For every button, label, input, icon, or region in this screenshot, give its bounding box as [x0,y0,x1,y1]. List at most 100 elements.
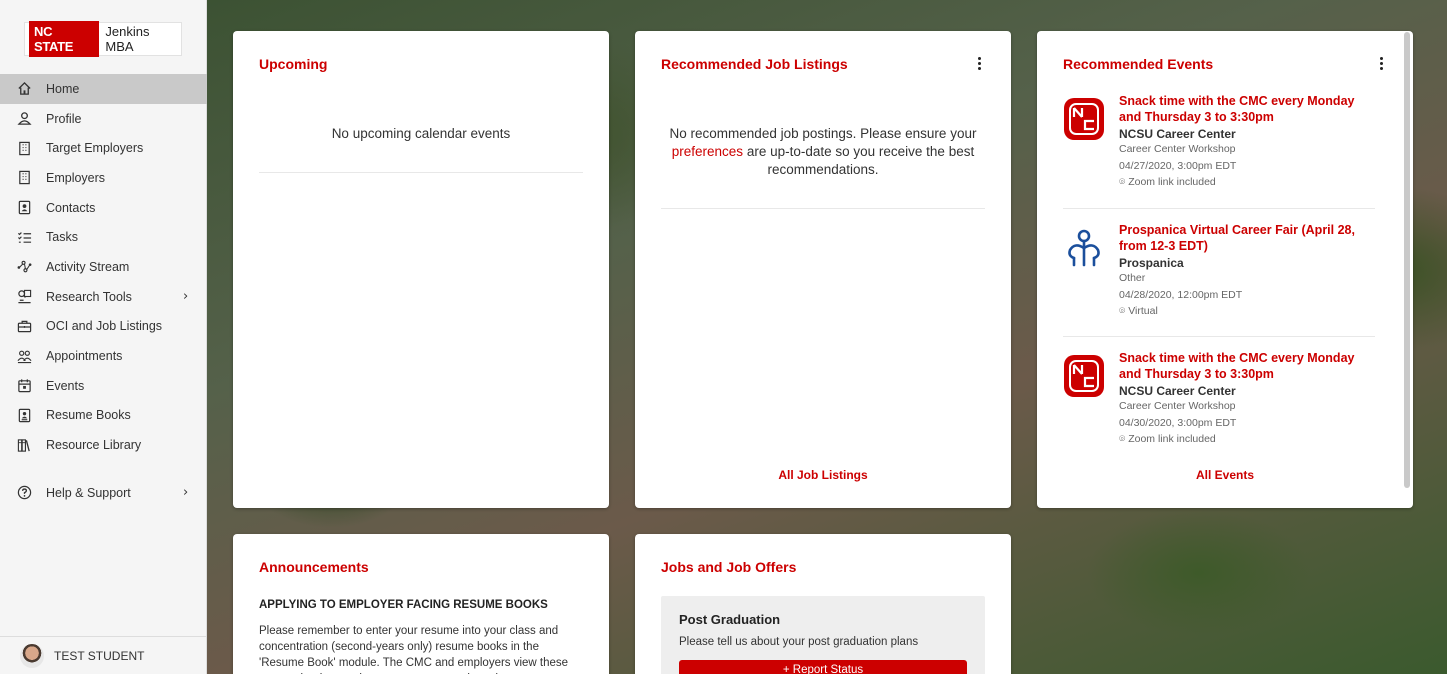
job-listings-title: Recommended Job Listings [661,56,848,72]
sidebar-item-label: Research Tools [46,289,132,304]
event-details: Snack time with the CMC every Monday and… [1119,350,1369,448]
sidebar-item-contacts[interactable]: Contacts [0,193,207,223]
calendar-icon [16,378,32,394]
sidebar-item-employers[interactable]: Employers [0,163,207,193]
empty-text-part: No recommended job postings. Please ensu… [669,126,977,141]
announcements-title: Announcements [259,559,369,575]
user-profile-footer[interactable]: TEST STUDENT [0,636,207,674]
empty-text-part: are up-to-date so you receive the best r… [746,144,975,177]
chevron-right-icon: › [183,485,189,501]
nc-state-logo [1063,97,1105,141]
resume-book-icon [16,407,32,423]
announcement-headline: APPLYING TO EMPLOYER FACING RESUME BOOKS [259,599,548,611]
sidebar-item-tasks[interactable]: Tasks [0,222,207,252]
location-pin-icon: ⌾ [1119,433,1129,445]
divider [661,208,985,209]
sidebar-item-label: Target Employers [46,141,144,156]
job-offers-title: Jobs and Job Offers [661,559,797,575]
nc-state-badge: NC STATE [29,21,100,57]
more-options-icon[interactable] [1379,57,1385,71]
sidebar-item-profile[interactable]: Profile [0,104,207,134]
event-location-text: Zoom link included [1128,433,1216,445]
event-organizer: NCSU Career Center [1119,384,1236,398]
location-pin-icon: ⌾ [1119,176,1129,188]
upcoming-card: Upcoming No upcoming calendar events [233,31,609,508]
event-organizer: Prospanica [1119,256,1184,270]
research-icon [16,289,32,305]
sidebar-item-target-employers[interactable]: Target Employers [0,133,207,163]
all-job-listings-link[interactable]: All Job Listings [635,468,1011,482]
sidebar-item-resource-library[interactable]: Resource Library [0,430,207,460]
school-logo[interactable]: NC STATE Jenkins MBA [24,21,182,57]
location-pin-icon: ⌾ [1119,305,1129,317]
event-title-link[interactable]: Snack time with the CMC every Monday and… [1119,93,1369,125]
sidebar-item-label: Employers [46,170,106,185]
event-datetime: 04/30/2020, 3:00pm EDT [1119,416,1237,429]
sidebar-item-activity-stream[interactable]: Activity Stream [0,252,207,282]
announcement-body: Please remember to enter your resume int… [259,625,569,674]
event-type: Career Center Workshop [1119,400,1236,412]
event-location: ⌾ Zoom link included [1119,431,1369,448]
sidebar-item-help-support[interactable]: Help & Support › [0,478,207,508]
sidebar-item-appointments[interactable]: Appointments [0,341,207,371]
event-location: ⌾ Virtual [1119,303,1369,320]
more-options-icon[interactable] [977,57,983,71]
events-title: Recommended Events [1063,56,1214,72]
sidebar-item-research-tools[interactable]: Research Tools › [0,282,207,312]
sidebar-item-label: Resource Library [46,438,142,453]
event-datetime: 04/28/2020, 12:00pm EDT [1119,288,1243,301]
divider [1063,336,1375,337]
upcoming-title: Upcoming [259,56,328,72]
scrollbar[interactable] [1404,32,1410,488]
help-section: Help & Support › [0,478,207,508]
event-title-link[interactable]: Snack time with the CMC every Monday and… [1119,350,1369,382]
sidebar-item-label: Home [46,81,80,96]
network-icon [16,259,32,275]
event-type: Other [1119,272,1146,284]
contact-card-icon [16,200,32,216]
report-status-button[interactable]: + Report Status [679,660,967,674]
event-details: Snack time with the CMC every Monday and… [1119,93,1369,191]
post-graduation-box: Post Graduation Please tell us about you… [661,596,985,674]
divider [1063,208,1375,209]
all-events-link[interactable]: All Events [1037,468,1413,482]
sidebar-item-label: Events [46,378,85,393]
event-organizer: NCSU Career Center [1119,127,1236,141]
divider [259,172,583,173]
library-icon [16,437,32,453]
post-graduation-prompt: Please tell us about your post graduatio… [679,636,919,648]
building-icon [16,140,32,156]
program-name: Jenkins MBA [105,24,150,54]
chevron-right-icon: › [183,289,189,305]
sidebar-item-oci-job-listings[interactable]: OCI and Job Listings [0,312,207,342]
event-type: Career Center Workshop [1119,143,1236,155]
sidebar-item-home[interactable]: Home [0,74,207,104]
job-listings-card: Recommended Job Listings No recommended … [635,31,1011,508]
event-location: ⌾ Zoom link included [1119,174,1369,191]
sidebar-item-resume-books[interactable]: Resume Books [0,401,207,431]
announcements-card: Announcements APPLYING TO EMPLOYER FACIN… [233,534,609,674]
sidebar-item-label: OCI and Job Listings [46,319,163,334]
people-icon [16,348,32,364]
help-icon [16,485,32,501]
sidebar-item-label: Appointments [46,349,123,364]
sidebar-item-label: Contacts [46,200,96,215]
prospanica-logo [1063,226,1105,270]
user-name: TEST STUDENT [54,648,145,663]
event-title-link[interactable]: Prospanica Virtual Career Fair (April 28… [1119,222,1369,254]
nc-state-logo [1063,354,1105,398]
sidebar-item-events[interactable]: Events [0,371,207,401]
preferences-link[interactable]: preferences [672,144,743,159]
building-icon [16,170,32,186]
person-icon [16,111,32,127]
sidebar-item-label: Activity Stream [46,259,130,274]
event-location-text: Zoom link included [1128,176,1216,188]
sidebar: NC STATE Jenkins MBA Home Profile Target… [0,0,207,674]
sidebar-item-label: Help & Support [46,485,131,500]
events-card: Recommended Events Snack time with the C… [1037,31,1413,508]
sidebar-item-label: Resume Books [46,408,131,423]
sidebar-item-label: Tasks [46,230,78,245]
job-listings-empty-message: No recommended job postings. Please ensu… [655,125,991,179]
avatar [20,643,44,668]
job-offers-card: Jobs and Job Offers Post Graduation Plea… [635,534,1011,674]
